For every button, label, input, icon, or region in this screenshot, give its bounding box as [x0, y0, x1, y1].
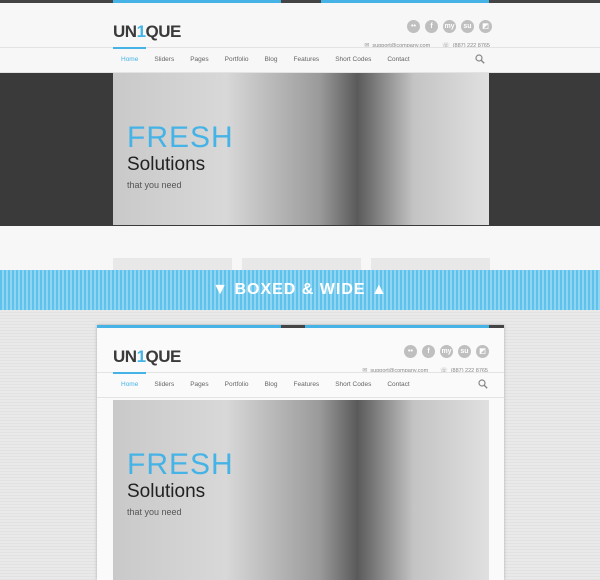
- content-card: [242, 258, 361, 270]
- boxed-container: UN1QUE •• f my su ◩ ✉ support@company.com…: [97, 325, 504, 580]
- flickr-icon[interactable]: ••: [407, 20, 420, 33]
- nav-item-pages[interactable]: Pages: [182, 48, 216, 72]
- myspace-icon[interactable]: my: [440, 345, 453, 358]
- facebook-icon[interactable]: f: [425, 20, 438, 33]
- hero-slider[interactable]: FRESH Solutions that you need: [113, 73, 489, 225]
- facebook-icon[interactable]: f: [422, 345, 435, 358]
- search-icon[interactable]: [475, 54, 485, 64]
- main-nav: Home Sliders Pages Portfolio Blog Featur…: [97, 372, 504, 398]
- hero-subheadline: Solutions: [127, 154, 206, 175]
- hero-headline: FRESH: [127, 448, 234, 481]
- nav-item-home[interactable]: Home: [113, 372, 147, 397]
- delicious-icon[interactable]: ◩: [476, 345, 489, 358]
- site-header: UN1QUE •• f my su ◩ ✉ support@company.com…: [0, 3, 600, 49]
- nav-item-portfolio[interactable]: Portfolio: [217, 373, 257, 397]
- hero-slider[interactable]: FRESH Solutions that you need: [113, 400, 489, 580]
- hero-tagline: that you need: [127, 180, 182, 190]
- nav-item-pages[interactable]: Pages: [182, 373, 216, 397]
- content-cards: [113, 258, 490, 270]
- main-nav: Home Sliders Pages Portfolio Blog Featur…: [0, 47, 600, 73]
- nav-item-features[interactable]: Features: [286, 373, 328, 397]
- social-links: •• f my su ◩: [407, 20, 492, 33]
- site-logo[interactable]: UN1QUE: [113, 347, 181, 367]
- hero-subheadline: Solutions: [127, 481, 206, 502]
- delicious-icon[interactable]: ◩: [479, 20, 492, 33]
- banner-label: ▼ BOXED & WIDE ▲: [212, 281, 388, 298]
- boxed-wide-banner: ▼ BOXED & WIDE ▲: [0, 270, 600, 310]
- stumbleupon-icon[interactable]: su: [458, 345, 471, 358]
- nav-item-contact[interactable]: Contact: [379, 48, 417, 72]
- hero-headline: FRESH: [127, 121, 234, 154]
- myspace-icon[interactable]: my: [443, 20, 456, 33]
- nav-item-sliders[interactable]: Sliders: [146, 48, 182, 72]
- content-card: [371, 258, 490, 270]
- nav-item-contact[interactable]: Contact: [379, 373, 417, 397]
- nav-item-sliders[interactable]: Sliders: [146, 373, 182, 397]
- nav-item-short-codes[interactable]: Short Codes: [327, 373, 379, 397]
- content-card: [113, 258, 232, 270]
- nav-item-features[interactable]: Features: [286, 48, 328, 72]
- flickr-icon[interactable]: ••: [404, 345, 417, 358]
- hero-caption: FRESH Solutions that you need: [127, 121, 234, 191]
- site-logo[interactable]: UN1QUE: [113, 22, 181, 42]
- nav-item-blog[interactable]: Blog: [257, 373, 286, 397]
- wide-layout-preview: UN1QUE •• f my su ◩ ✉ support@company.com…: [0, 0, 600, 270]
- boxed-layout-preview: UN1QUE •• f my su ◩ ✉ support@company.com…: [0, 310, 600, 580]
- search-icon[interactable]: [478, 379, 488, 389]
- site-header: UN1QUE •• f my su ◩ ✉ support@company.com…: [97, 328, 504, 374]
- nav-item-home[interactable]: Home: [113, 47, 147, 72]
- hero-caption: FRESH Solutions that you need: [127, 448, 234, 518]
- nav-item-portfolio[interactable]: Portfolio: [217, 48, 257, 72]
- hero-tagline: that you need: [127, 507, 182, 517]
- social-links: •• f my su ◩: [404, 345, 489, 358]
- nav-item-blog[interactable]: Blog: [257, 48, 286, 72]
- stumbleupon-icon[interactable]: su: [461, 20, 474, 33]
- nav-item-short-codes[interactable]: Short Codes: [327, 48, 379, 72]
